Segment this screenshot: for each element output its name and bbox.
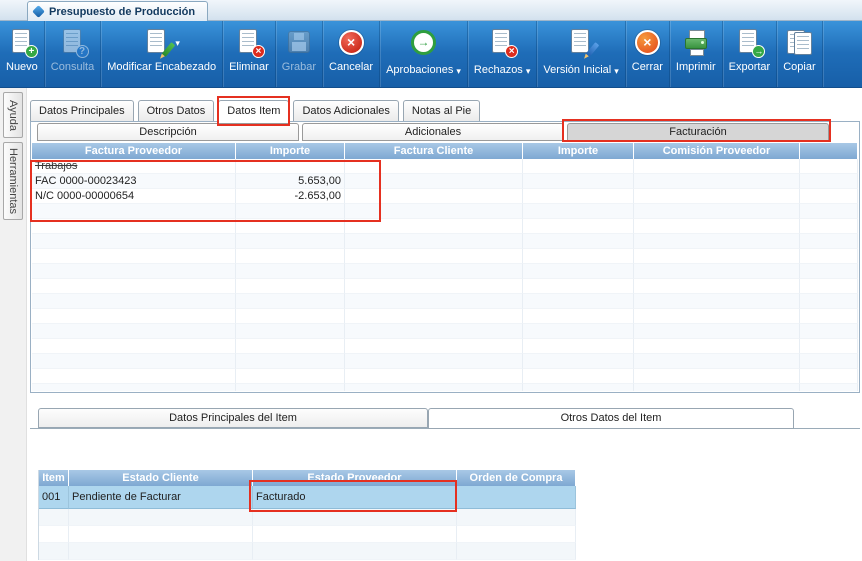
tab-otros-datos-del-item[interactable]: Otros Datos del Item	[428, 408, 794, 429]
consulta-button[interactable]: Consulta	[45, 21, 102, 87]
version-inicial-button[interactable]: Versión Inicial	[537, 21, 626, 87]
item-table-header: Item Estado Cliente Estado Proveedor Ord…	[39, 470, 576, 486]
workspace: Datos Principales Otros Datos Datos Item…	[27, 88, 862, 561]
main-tab-strip: Datos Principales Otros Datos Datos Item…	[30, 100, 481, 122]
column-header[interactable]: Estado Proveedor	[253, 470, 457, 486]
table-empty-row	[39, 526, 576, 543]
invoice-table-header: Factura Proveedor Importe Factura Client…	[32, 143, 858, 159]
cerrar-button[interactable]: Cerrar	[626, 21, 670, 87]
copy-documents-icon	[785, 28, 813, 56]
aprobaciones-button[interactable]: Aprobaciones	[380, 21, 468, 87]
table-empty-row	[32, 384, 858, 391]
window-tab[interactable]: Presupuesto de Producción	[27, 1, 209, 21]
column-header[interactable]: Factura Proveedor	[32, 143, 236, 159]
nuevo-button[interactable]: Nuevo	[0, 21, 45, 87]
approve-circle-icon	[410, 29, 436, 55]
sidebar-tab-herramientas[interactable]: Herramientas	[3, 142, 23, 220]
save-disk-icon	[287, 31, 310, 53]
column-header[interactable]: Item	[39, 470, 69, 486]
item-row-selected[interactable]: 001 Pendiente de Facturar Facturado	[39, 486, 576, 509]
column-header-filler	[800, 143, 858, 159]
modificar-encabezado-button[interactable]: Modificar Encabezado	[101, 21, 224, 87]
column-header[interactable]: Comisión Proveedor	[634, 143, 800, 159]
table-empty-row	[32, 204, 858, 219]
dropdown-caret-icon[interactable]	[526, 61, 531, 79]
new-document-icon	[8, 28, 38, 58]
table-empty-row	[32, 324, 858, 339]
invoice-row[interactable]: N/C 0000-00000654 -2.653,00	[32, 189, 858, 204]
dropdown-caret-icon[interactable]	[175, 33, 180, 51]
sub-tab-strip: Descripción Adicionales Facturación	[37, 123, 829, 141]
column-header[interactable]: Orden de Compra	[457, 470, 576, 486]
table-empty-row	[32, 234, 858, 249]
table-empty-row	[32, 354, 858, 369]
imprimir-button[interactable]: Imprimir	[670, 21, 723, 87]
column-header[interactable]: Importe	[523, 143, 634, 159]
initial-version-icon	[567, 28, 600, 57]
export-document-icon	[735, 28, 766, 58]
query-document-icon	[59, 28, 89, 58]
subtab-facturacion[interactable]: Facturación	[567, 123, 829, 141]
table-empty-row	[32, 264, 858, 279]
tab-datos-principales-del-item[interactable]: Datos Principales del Item	[38, 408, 428, 428]
column-header[interactable]: Factura Cliente	[345, 143, 523, 159]
invoice-table: Factura Proveedor Importe Factura Client…	[32, 143, 858, 391]
table-empty-row	[32, 219, 858, 234]
item-table-body: 001 Pendiente de Facturar Facturado	[39, 486, 576, 560]
side-strip: Ayuda Herramientas	[0, 88, 27, 561]
column-header[interactable]: Estado Cliente	[69, 470, 253, 486]
column-header[interactable]: Importe	[236, 143, 345, 159]
window-title: Presupuesto de Producción	[49, 5, 196, 18]
subtab-descripcion[interactable]: Descripción	[37, 123, 299, 141]
table-empty-row	[39, 509, 576, 526]
item-detail-panel: Datos Principales del Item Otros Datos d…	[30, 408, 860, 561]
invoice-row[interactable]: FAC 0000-00023423 5.653,00	[32, 174, 858, 189]
cancel-circle-icon	[338, 29, 364, 55]
table-empty-row	[32, 339, 858, 354]
item-tab-strip: Datos Principales del Item Otros Datos d…	[38, 408, 794, 429]
sidebar-tab-ayuda[interactable]: Ayuda	[3, 92, 23, 138]
datos-item-panel: Descripción Adicionales Facturación Fact…	[30, 121, 860, 393]
toolbar: Nuevo Consulta Modificar Encabezado Elim…	[0, 21, 862, 88]
eliminar-button[interactable]: Eliminar	[223, 21, 276, 87]
group-row[interactable]: Trabajos	[32, 159, 858, 174]
tab-datos-item[interactable]: Datos Item	[218, 100, 290, 122]
tab-datos-adicionales[interactable]: Datos Adicionales	[293, 100, 399, 121]
printer-icon	[683, 29, 709, 56]
table-empty-row	[32, 279, 858, 294]
copiar-button[interactable]: Copiar	[777, 21, 823, 87]
tab-notas-al-pie[interactable]: Notas al Pie	[402, 100, 481, 121]
dropdown-caret-icon[interactable]	[614, 61, 619, 79]
rechazos-button[interactable]: Rechazos	[468, 21, 538, 87]
grabar-button[interactable]: Grabar	[276, 21, 324, 87]
edit-header-icon	[143, 28, 176, 57]
app-icon	[32, 5, 45, 18]
table-empty-row	[32, 369, 858, 384]
close-circle-icon	[634, 29, 660, 55]
delete-document-icon	[235, 28, 265, 58]
table-empty-row	[32, 294, 858, 309]
exportar-button[interactable]: Exportar	[723, 21, 778, 87]
tab-datos-principales[interactable]: Datos Principales	[30, 100, 134, 121]
invoice-table-body: Trabajos FAC 0000-00023423 5.653,00 N/C …	[32, 159, 858, 391]
title-bar: Presupuesto de Producción	[0, 0, 862, 21]
app-window: Presupuesto de Producción Nuevo Consulta…	[0, 0, 862, 561]
reject-document-icon	[488, 28, 519, 58]
table-empty-row	[32, 249, 858, 264]
table-empty-row	[39, 543, 576, 560]
item-status-table: Item Estado Cliente Estado Proveedor Ord…	[38, 470, 576, 560]
cancelar-button[interactable]: Cancelar	[323, 21, 381, 87]
tab-otros-datos[interactable]: Otros Datos	[137, 100, 215, 121]
subtab-adicionales[interactable]: Adicionales	[302, 123, 564, 141]
dropdown-caret-icon[interactable]	[456, 61, 461, 79]
table-empty-row	[32, 309, 858, 324]
